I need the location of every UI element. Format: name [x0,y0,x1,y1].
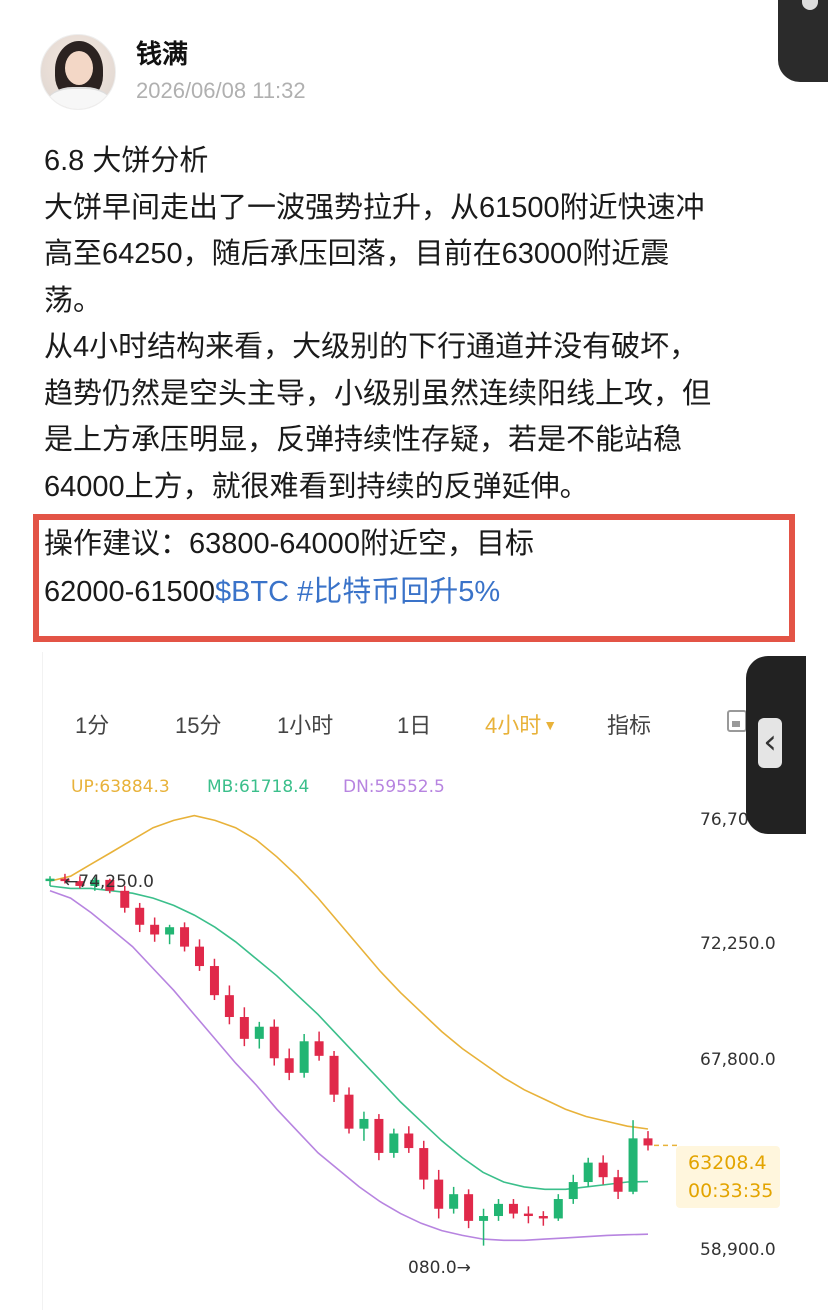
candle-body [135,907,145,925]
candle-body [269,1026,279,1059]
candle-body [434,1179,444,1209]
y-tick-label: 58,900.0 [700,1240,776,1260]
candle-body [299,1041,309,1073]
candle-body [329,1055,339,1095]
high-value: 74,250.0 [78,872,154,892]
candle-body [464,1194,474,1221]
y-tick-label: 76,70 [700,810,749,830]
candle-body [419,1148,429,1180]
candle-body [374,1118,384,1153]
candle-body [568,1182,578,1200]
candle-body [180,927,190,947]
candle-body [224,995,234,1018]
candle-body [523,1213,533,1217]
candle-body [553,1199,563,1219]
candle-body [120,890,130,908]
candlestick-chart[interactable] [0,0,828,1310]
candle-body [209,966,219,996]
candle-body [404,1133,414,1149]
y-tick-label: 67,800.0 [700,1050,776,1070]
candle-body [195,946,204,967]
candle-body [494,1203,503,1217]
low-label: 080.0→ [408,1258,471,1278]
chevron-left-icon: ‹ [758,718,782,768]
y-tick-label: 72,250.0 [700,934,776,954]
high-label: ←74,250.0 [64,872,154,892]
candle-body [254,1026,264,1039]
candle-body [508,1203,518,1214]
last-price-tag: 63208.4 00:33:35 [676,1146,780,1208]
candle-body [150,924,160,935]
candle-body [344,1094,354,1129]
side-drawer-handle[interactable]: ‹ [746,656,806,834]
candle-body [613,1177,623,1192]
band-line-up [49,814,649,1130]
candle-body [284,1058,294,1073]
candle-body [628,1138,638,1192]
candle-body [389,1133,399,1153]
candle-countdown: 00:33:35 [688,1180,774,1202]
candle-body [314,1041,324,1056]
candle-body [538,1216,548,1219]
candle-body [45,878,55,882]
candle-body [449,1194,459,1209]
candle-body [643,1138,653,1146]
last-price: 63208.4 [688,1152,767,1174]
band-line-dn [49,890,649,1242]
candle-body [598,1162,608,1178]
candle-body [479,1216,489,1221]
candle-body [583,1162,593,1183]
candle-body [239,1017,249,1039]
candle-body [359,1118,369,1129]
candle-body [165,927,175,935]
